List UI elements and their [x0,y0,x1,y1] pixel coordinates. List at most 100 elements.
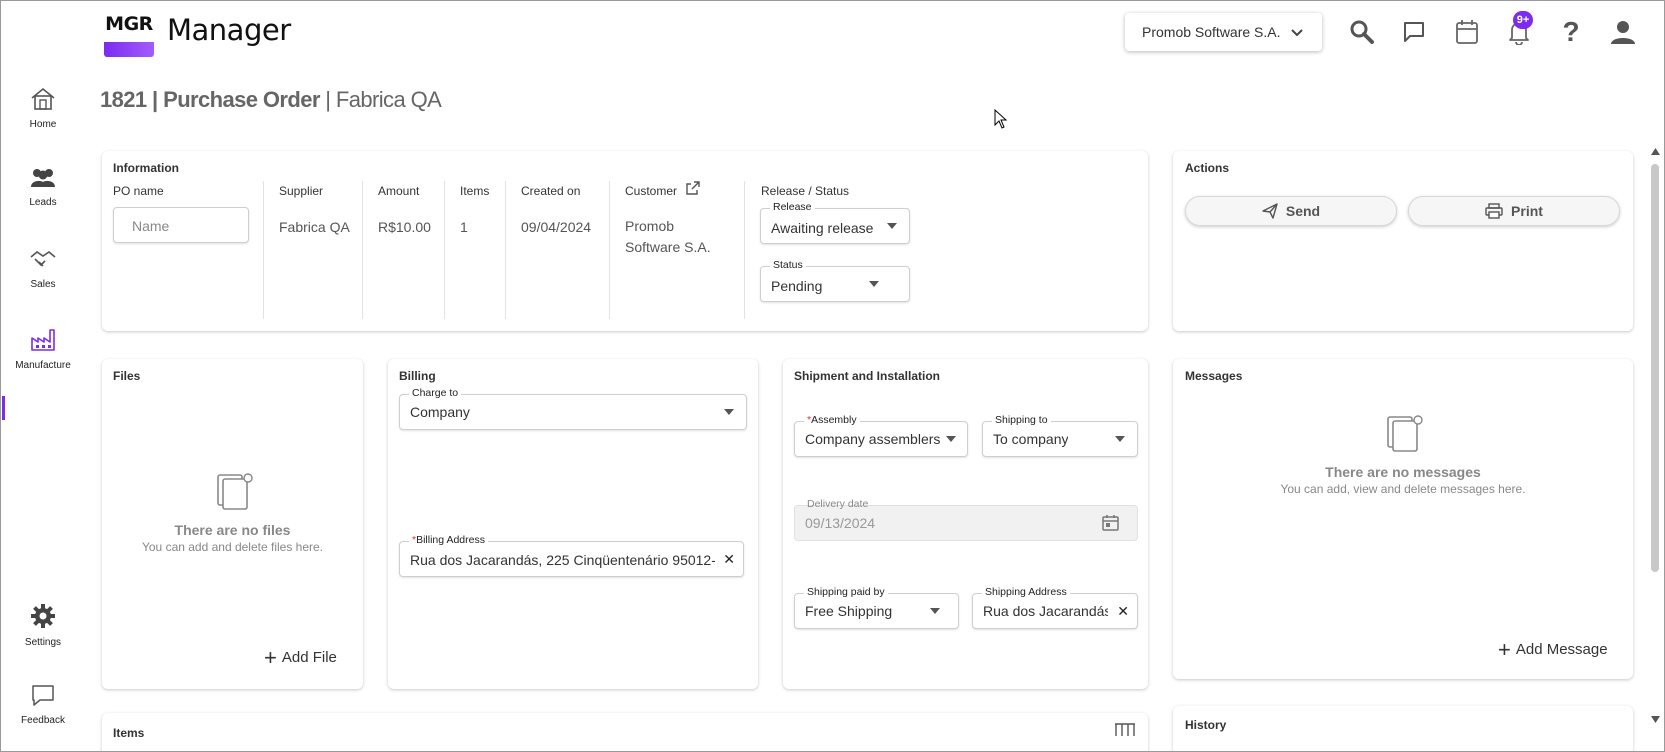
company-name: Promob Software S.A. [1142,24,1281,40]
billing-address-label-text: Billing Address [416,534,485,546]
status-value: Pending [771,278,823,294]
assembly-label: *Assembly [804,414,860,426]
assembly-select[interactable]: *Assembly Company assemblers [794,414,968,457]
items-card: Items [102,713,1148,751]
sidebar-label-sales: Sales [30,279,56,290]
messages-empty-title: There are no messages [1325,464,1481,480]
scroll-up-icon[interactable] [1651,148,1660,155]
page-title-supplier: | Fabrica QA [319,87,442,112]
delivery-date-value: 09/13/2024 [805,515,876,531]
calendar-icon[interactable] [1452,17,1482,47]
po-name-placeholder: Name [132,218,170,234]
messages-empty-state: There are no messages You can add, view … [1173,411,1633,496]
col-items: Items [460,184,490,198]
customer-value[interactable]: Promob Software S.A. [625,216,711,258]
billing-card: Billing Charge to Company *Billing Addre… [388,359,758,689]
divider [444,181,445,319]
assembly-value: Company assemblers [805,431,941,447]
status-select[interactable]: Status Pending [760,259,910,302]
delivery-date-label: Delivery date [807,498,869,510]
search-icon[interactable] [1347,17,1377,47]
po-name-input[interactable]: Name [113,207,249,243]
messages-title: Messages [1185,369,1243,383]
send-button[interactable]: Send [1185,196,1397,226]
chevron-down-icon [1290,24,1303,40]
page-title: 1821 | Purchase Order | Fabrica QA [100,87,442,113]
plus-icon: + [264,645,277,670]
shipping-paid-by-select[interactable]: Shipping paid by Free Shipping [794,586,959,629]
shipping-paid-by-value: Free Shipping [805,603,893,619]
delivery-date-field[interactable]: Delivery date 09/13/2024 [794,498,1138,541]
help-icon[interactable]: ? [1556,16,1586,47]
sidebar-item-manufacture[interactable]: Manufacture [1,326,85,371]
files-empty-state: There are no files You can add and delet… [102,469,363,554]
scroll-down-icon[interactable] [1651,716,1660,723]
vertical-scrollbar[interactable] [1648,146,1662,736]
shipment-title: Shipment and Installation [794,369,941,383]
shipping-address-select[interactable]: Shipping Address Rua dos Jacarandás ✕ [972,586,1138,629]
shipping-to-select[interactable]: Shipping to To company [982,414,1138,457]
add-file-button[interactable]: + Add File [264,645,337,670]
charge-to-value: Company [410,404,470,420]
assembly-label-text: Assembly [811,414,857,426]
app-name: Manager [167,13,291,47]
user-icon[interactable] [1608,17,1638,47]
gear-icon [31,604,55,628]
files-empty-title: There are no files [174,522,291,538]
col-po-name: PO name [113,184,164,198]
shipping-to-value: To company [993,431,1069,447]
app-window: MGR Manager Promob Software S.A. 9+ ? Ho… [0,0,1665,752]
print-button[interactable]: Print [1408,196,1620,226]
sidebar-item-feedback[interactable]: Feedback [1,683,85,726]
sidebar-label-manufacture: Manufacture [15,360,71,371]
sidebar: Home Leads Sales Manufacture Settings Fe… [1,63,85,751]
columns-icon[interactable] [1114,722,1136,736]
add-message-button[interactable]: + Add Message [1498,637,1608,662]
external-link-icon[interactable] [686,181,700,200]
release-select[interactable]: Release Awaiting release [760,201,910,244]
caret-down-icon [930,608,940,614]
sidebar-item-settings[interactable]: Settings [1,603,85,648]
calendar-icon[interactable] [1102,514,1119,531]
sidebar-label-leads: Leads [29,197,57,208]
col-amount: Amount [378,184,420,198]
home-icon [31,87,55,110]
history-card: History [1173,706,1633,751]
document-icon [216,473,253,510]
shipment-card: Shipment and Installation *Assembly Comp… [783,359,1148,689]
shipping-address-label: Shipping Address [982,586,1070,598]
app-logo[interactable]: MGR [104,9,154,57]
scrollbar-thumb[interactable] [1651,164,1659,572]
charge-to-label: Charge to [409,387,462,399]
charge-to-select[interactable]: Charge to Company [399,387,747,430]
messages-card: Messages There are no messages You can a… [1173,359,1633,679]
files-card: Files There are no files You can add and… [102,359,363,689]
group-icon [31,169,55,187]
top-header: MGR Manager Promob Software S.A. 9+ ? [1,1,1664,63]
chat-icon[interactable] [1399,17,1429,47]
items-value: 1 [460,219,468,235]
clear-icon[interactable]: ✕ [723,551,735,568]
sidebar-item-home[interactable]: Home [1,87,85,130]
caret-down-icon [1115,436,1125,442]
created-on-value: 09/04/2024 [521,219,592,235]
information-card: Information PO name Name Supplier Fabric… [102,151,1148,331]
sidebar-item-sales[interactable]: Sales [1,247,85,290]
document-icon [1387,415,1423,452]
files-empty-text: You can add and delete files here. [141,540,324,554]
sidebar-active-indicator [2,396,5,420]
release-value: Awaiting release [771,220,874,236]
caret-down-icon [869,281,879,287]
sidebar-item-leads[interactable]: Leads [1,167,85,208]
messages-empty-text: You can add, view and delete messages he… [1280,482,1526,496]
col-release-status: Release / Status [761,184,850,198]
shipping-to-label: Shipping to [992,414,1051,426]
items-title: Items [113,726,145,740]
billing-address-select[interactable]: *Billing Address Rua dos Jacarandás, 225… [399,534,744,577]
clear-icon[interactable]: ✕ [1117,603,1129,620]
company-selector[interactable]: Promob Software S.A. [1125,13,1322,51]
caret-down-icon [946,436,956,442]
files-title: Files [113,369,141,383]
caret-down-icon [887,223,897,229]
plus-icon: + [1498,637,1511,662]
